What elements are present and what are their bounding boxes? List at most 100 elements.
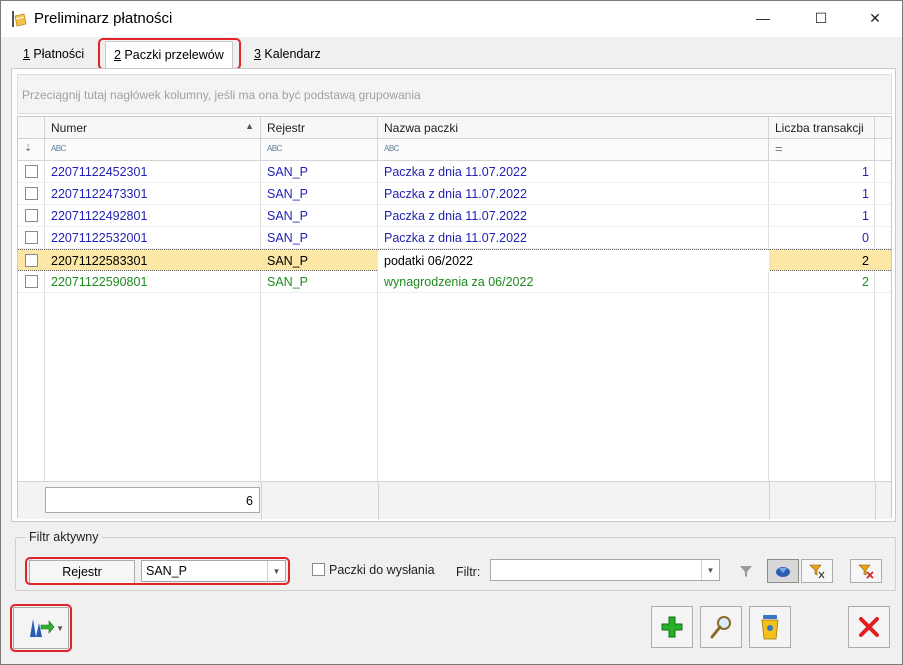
- row-count: 6: [45, 487, 260, 513]
- cell-numer: 22071122532001: [51, 231, 148, 245]
- paczki-do-wyslania-label: Paczki do wysłania: [329, 563, 435, 577]
- header-rejestr[interactable]: Rejestr: [261, 117, 378, 139]
- cell-liczba-transakcji: 1: [862, 165, 869, 179]
- cell-nazwa-paczki: Paczka z dnia 11.07.2022: [384, 209, 527, 223]
- cell-rejestr: SAN_P: [267, 254, 308, 268]
- filter-add-button[interactable]: [801, 559, 833, 583]
- magnifier-icon: [710, 616, 731, 639]
- abc-filter-icon: ABC: [51, 144, 66, 153]
- abc-filter-icon: ABC: [384, 144, 399, 153]
- row-checkbox[interactable]: [25, 165, 38, 178]
- rejestr-button[interactable]: Rejestr: [29, 560, 135, 584]
- active-filter-title: Filtr aktywny: [25, 530, 103, 544]
- funnel-add-icon: [809, 564, 825, 579]
- header-liczba-transakcji[interactable]: Liczba transakcji: [769, 117, 875, 139]
- funnel-clear-icon: [858, 564, 874, 579]
- cell-liczba-transakcji: 1: [862, 187, 869, 201]
- grid-header: Numer ▲ Rejestr Nazwa paczki Liczba tran…: [18, 117, 891, 139]
- cell-liczba-transakcji: 2: [862, 254, 869, 268]
- packages-grid: Numer ▲ Rejestr Nazwa paczki Liczba tran…: [17, 116, 892, 520]
- header-nazwa-paczki[interactable]: Nazwa paczki: [378, 117, 769, 139]
- funnel-icon: [740, 566, 752, 577]
- cell-liczba-transakcji: 1: [862, 209, 869, 223]
- tab-paczki-key: 2: [114, 48, 121, 62]
- table-row[interactable]: 22071122492801 SAN_P Paczka z dnia 11.07.2…: [18, 205, 891, 227]
- footer-sep: [261, 482, 262, 520]
- filter-refresh-icon: [776, 567, 790, 577]
- close-window-button[interactable]: ✕: [852, 1, 898, 35]
- filter-numer[interactable]: ABC: [45, 139, 261, 161]
- tab-kalendarz-key: 3: [254, 47, 261, 61]
- row-checkbox[interactable]: [25, 275, 38, 288]
- header-numer-label: Numer: [51, 121, 88, 135]
- footer-sep: [875, 482, 876, 520]
- filter-icon-button[interactable]: [730, 559, 762, 583]
- main-panel: Przeciągnij tutaj nagłówek kolumny, jeśl…: [11, 68, 896, 522]
- table-row[interactable]: 22071122583301 SAN_P podatki 06/2022 2: [18, 249, 891, 272]
- footer-sep: [378, 482, 379, 520]
- table-row[interactable]: 22071122590801 SAN_P wynagrodzenia za 06/2…: [18, 271, 891, 293]
- filter-clear-button[interactable]: [850, 559, 882, 583]
- chevron-down-icon[interactable]: ▼: [56, 624, 64, 633]
- chevron-down-icon[interactable]: ▼: [701, 560, 719, 580]
- tab-platnosci-key: 1: [23, 47, 30, 61]
- cell-nazwa-paczki: Paczka z dnia 11.07.2022: [384, 231, 527, 245]
- tab-paczki-label: Paczki przelewów: [120, 48, 224, 62]
- cell-rejestr: SAN_P: [267, 231, 308, 245]
- table-row[interactable]: 22071122532001 SAN_P Paczka z dnia 11.07.2…: [18, 227, 891, 249]
- filter-liczba[interactable]: =: [769, 139, 875, 161]
- table-row[interactable]: 22071122473301 SAN_P Paczka z dnia 11.07.2…: [18, 183, 891, 205]
- plus-icon: [661, 616, 683, 638]
- tab-platnosci-label: Płatności: [29, 47, 85, 61]
- filter-toggle-button[interactable]: [767, 559, 799, 583]
- group-by-area[interactable]: Przeciągnij tutaj nagłówek kolumny, jeśl…: [17, 74, 892, 114]
- trash-icon: [761, 615, 779, 640]
- cell-rejestr: SAN_P: [267, 165, 308, 179]
- delete-button[interactable]: [749, 606, 791, 648]
- cell-numer: 22071122590801: [51, 275, 148, 289]
- tab-kalendarz-label: Kalendarz: [260, 47, 321, 61]
- header-numer[interactable]: Numer ▲: [45, 117, 261, 139]
- maximize-button[interactable]: ☐: [798, 1, 844, 35]
- row-checkbox[interactable]: [25, 254, 38, 267]
- footer-sep: [769, 482, 770, 520]
- cell-nazwa-paczki: Paczka z dnia 11.07.2022: [384, 187, 527, 201]
- row-checkbox[interactable]: [25, 209, 38, 222]
- cell-liczba-transakcji: 2: [862, 275, 869, 289]
- grid-filter-row: ⇣ ABC ABC ABC =: [18, 139, 891, 161]
- tab-paczki-przelewow[interactable]: 2 Paczki przelewów: [105, 41, 233, 69]
- table-row[interactable]: 22071122452301 SAN_P Paczka z dnia 11.07.2…: [18, 161, 891, 183]
- tab-kalendarz[interactable]: 3 Kalendarz: [246, 44, 329, 68]
- row-checkbox[interactable]: [25, 187, 38, 200]
- rejestr-value: SAN_P: [146, 564, 187, 578]
- grid-footer: 6: [18, 481, 891, 520]
- chevron-down-icon[interactable]: ▼: [267, 561, 285, 581]
- add-button[interactable]: [651, 606, 693, 648]
- row-checkbox[interactable]: [25, 231, 38, 244]
- transfer-export-icon: [30, 619, 55, 637]
- filtr-input[interactable]: ▼: [490, 559, 720, 581]
- filter-rejestr[interactable]: ABC: [261, 139, 378, 161]
- title-bar: Preliminarz płatności — ☐ ✕: [1, 1, 902, 37]
- filter-nazwa[interactable]: ABC: [378, 139, 769, 161]
- rejestr-select[interactable]: SAN_P ▼: [141, 560, 286, 582]
- export-split-button[interactable]: ▼: [13, 607, 69, 649]
- cell-nazwa-paczki: Paczka z dnia 11.07.2022: [384, 165, 527, 179]
- header-select[interactable]: [18, 117, 45, 139]
- tab-platnosci[interactable]: 1 Płatności: [15, 44, 92, 68]
- cell-liczba-transakcji: 0: [862, 231, 869, 245]
- cell-numer: 22071122492801: [51, 209, 148, 223]
- sort-asc-icon: ▲: [245, 121, 254, 131]
- cell-numer: 22071122452301: [51, 165, 148, 179]
- filter-pin-icon[interactable]: ⇣: [18, 139, 45, 161]
- cancel-button[interactable]: [848, 606, 890, 648]
- cell-numer: 22071122473301: [51, 187, 148, 201]
- cell-rejestr: SAN_P: [267, 187, 308, 201]
- minimize-button[interactable]: —: [740, 1, 786, 35]
- app-icon: [12, 11, 27, 27]
- cell-rejestr: SAN_P: [267, 209, 308, 223]
- paczki-do-wyslania-checkbox[interactable]: [312, 563, 325, 576]
- cell-numer: 22071122583301: [51, 254, 148, 268]
- preview-button[interactable]: [700, 606, 742, 648]
- cell-nazwa-paczki: wynagrodzenia za 06/2022: [384, 275, 534, 289]
